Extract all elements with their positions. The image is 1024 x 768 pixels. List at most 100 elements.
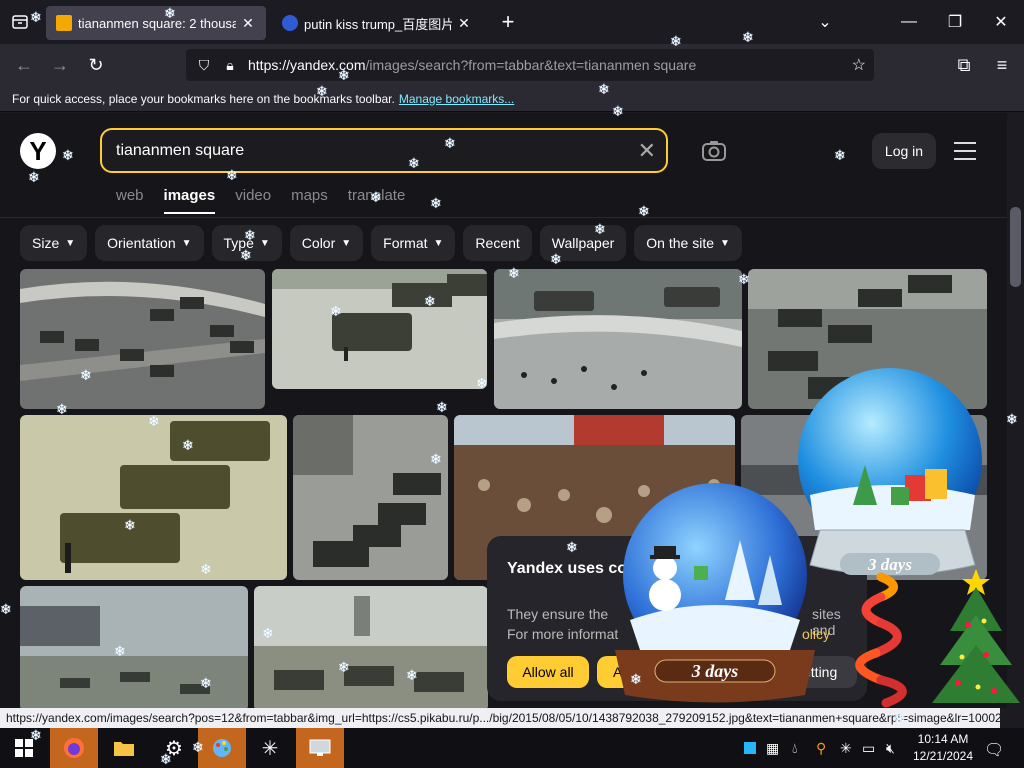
- chevron-down-icon: ▼: [720, 237, 730, 249]
- tray-droplet-icon[interactable]: 💧︎: [792, 740, 798, 757]
- search-query: tiananmen square: [116, 141, 245, 159]
- close-tab-icon[interactable]: ✕: [240, 15, 256, 32]
- chevron-down-icon: ▼: [259, 237, 270, 249]
- remote-desktop-taskbar-icon[interactable]: [296, 728, 344, 768]
- manage-bookmarks-link[interactable]: Manage bookmarks...: [399, 92, 514, 106]
- service-tab-maps[interactable]: maps: [291, 187, 328, 214]
- paint-taskbar-icon[interactable]: [198, 728, 246, 768]
- christmas-tree-widget[interactable]: [928, 565, 1024, 715]
- filter-wallpaper[interactable]: Wallpaper: [539, 225, 627, 261]
- filter-label: Format: [383, 235, 428, 251]
- forward-button[interactable]: →: [42, 49, 78, 81]
- close-tab-icon[interactable]: ✕: [456, 15, 472, 32]
- filter-type[interactable]: Type ▼: [211, 225, 282, 261]
- tray-app-icon[interactable]: [744, 742, 756, 754]
- paint-palette-icon: [213, 739, 231, 757]
- navigation-bar: ← → ↻ ⛉ 🔒︎ https://yandex.com/images/sea…: [0, 44, 1024, 86]
- close-window-button[interactable]: ✕: [978, 0, 1024, 44]
- service-tab-translate[interactable]: translate: [348, 187, 406, 214]
- image-result[interactable]: [254, 586, 488, 708]
- app-menu-button[interactable]: ≡: [984, 49, 1020, 81]
- search-input[interactable]: tiananmen square ✕: [100, 128, 668, 173]
- snowflake-app-icon[interactable]: ✳: [246, 728, 294, 768]
- scrollbar-thumb[interactable]: [1010, 207, 1021, 287]
- chevron-down-icon: ▼: [341, 237, 352, 249]
- tab-baidu[interactable]: putin kiss trump_百度图片搜索 ✕: [272, 6, 482, 40]
- image-result[interactable]: [293, 415, 448, 580]
- square-tanks-image: [20, 586, 248, 708]
- header-divider: [0, 217, 1007, 218]
- image-result[interactable]: [494, 269, 742, 409]
- minimize-button[interactable]: —: [886, 0, 932, 44]
- snowman-globe-widget[interactable]: 3 days: [610, 480, 820, 705]
- filter-recent[interactable]: Recent: [463, 225, 532, 261]
- tank-man-color-image: [20, 415, 287, 580]
- chevron-down-icon: ▼: [433, 237, 444, 249]
- list-all-tabs-button[interactable]: ⌄: [802, 0, 848, 44]
- tanks-and-cyclists-image: [494, 269, 742, 409]
- filter-color[interactable]: Color ▼: [289, 225, 364, 261]
- image-result[interactable]: [20, 586, 248, 708]
- firefox-taskbar-icon[interactable]: [50, 728, 98, 768]
- chevron-down-icon: ▼: [65, 237, 76, 249]
- filter-label: Orientation: [107, 235, 176, 251]
- lock-icon[interactable]: 🔒︎: [220, 57, 240, 74]
- extensions-button[interactable]: ⧉: [946, 49, 982, 81]
- filter-on-the-site[interactable]: On the site ▼: [634, 225, 742, 261]
- login-button[interactable]: Log in: [872, 133, 936, 169]
- network-icon[interactable]: ▭: [862, 740, 875, 757]
- start-button[interactable]: [0, 728, 48, 768]
- menu-icon[interactable]: [954, 142, 976, 160]
- tray-snowflake-icon[interactable]: ✳: [840, 740, 852, 757]
- filter-label: Color: [301, 235, 336, 251]
- filter-label: Type: [223, 235, 254, 251]
- service-tabs: web images video maps translate: [116, 187, 405, 214]
- system-clock[interactable]: 10:14 AM 12/21/2024: [908, 731, 978, 765]
- url-host: https://yandex.com: [248, 57, 366, 73]
- screen: { "tabs": [ {"title": "tiananmen square:…: [0, 0, 1024, 768]
- windows-logo-icon: [15, 739, 33, 757]
- back-button[interactable]: ←: [6, 49, 42, 81]
- service-tab-web[interactable]: web: [116, 187, 144, 214]
- filter-size[interactable]: Size ▼: [20, 225, 88, 261]
- cookie-text-line2: For more informat: [507, 626, 619, 642]
- monitor-icon: [309, 739, 331, 756]
- filter-format[interactable]: Format ▼: [371, 225, 456, 261]
- neon-spiral-tree-widget[interactable]: [836, 565, 926, 710]
- firefox-icon: [64, 738, 84, 758]
- bookmark-star-icon[interactable]: ☆: [852, 55, 866, 75]
- chevron-down-icon: ▼: [181, 237, 192, 249]
- url-text: https://yandex.com/images/search?from=ta…: [248, 57, 696, 73]
- notification-center-icon[interactable]: 🗨︎: [984, 740, 1004, 760]
- image-result[interactable]: [20, 269, 265, 409]
- filter-orientation[interactable]: Orientation ▼: [95, 225, 204, 261]
- restore-button[interactable]: ❐: [932, 0, 978, 44]
- settings-taskbar-icon[interactable]: ⚙: [150, 728, 198, 768]
- tray-network-monitor-icon[interactable]: ▦: [766, 740, 779, 757]
- tab-strip: tiananmen square: 2 thousand i ✕ putin k…: [0, 0, 1024, 44]
- gifts-globe-widget[interactable]: 3 days: [795, 365, 995, 590]
- allow-all-button[interactable]: Allow all: [507, 656, 589, 688]
- service-tab-images[interactable]: images: [163, 187, 216, 214]
- camera-search-icon[interactable]: [700, 137, 728, 165]
- link-preview-status: https://yandex.com/images/search?pos=12&…: [0, 708, 1000, 728]
- volume-muted-icon[interactable]: 🔇︎: [886, 740, 895, 757]
- service-tab-video[interactable]: video: [235, 187, 271, 214]
- yandex-logo[interactable]: Y: [20, 133, 56, 169]
- bookmarks-hint: For quick access, place your bookmarks h…: [12, 91, 395, 106]
- image-result[interactable]: [20, 415, 287, 580]
- filter-label: Size: [32, 235, 60, 251]
- reload-button[interactable]: ↻: [78, 49, 114, 81]
- image-result[interactable]: [272, 269, 487, 389]
- tab-yandex[interactable]: tiananmen square: 2 thousand i ✕: [46, 6, 266, 40]
- file-explorer-icon[interactable]: [100, 728, 148, 768]
- square-tower-tanks-image: [254, 586, 488, 708]
- clock-time: 10:14 AM: [917, 732, 969, 746]
- new-tab-button[interactable]: +: [492, 6, 524, 38]
- filter-bar: Size ▼ Orientation ▼ Type ▼ Color ▼ Format ▼ …: [20, 225, 742, 261]
- shield-icon[interactable]: ⛉: [194, 57, 214, 74]
- clear-search-icon[interactable]: ✕: [638, 138, 656, 164]
- tray-search-icon[interactable]: ⚲: [816, 740, 826, 757]
- url-bar[interactable]: ⛉ 🔒︎ https://yandex.com/images/search?fr…: [186, 49, 874, 81]
- tab-list-button[interactable]: [0, 0, 40, 44]
